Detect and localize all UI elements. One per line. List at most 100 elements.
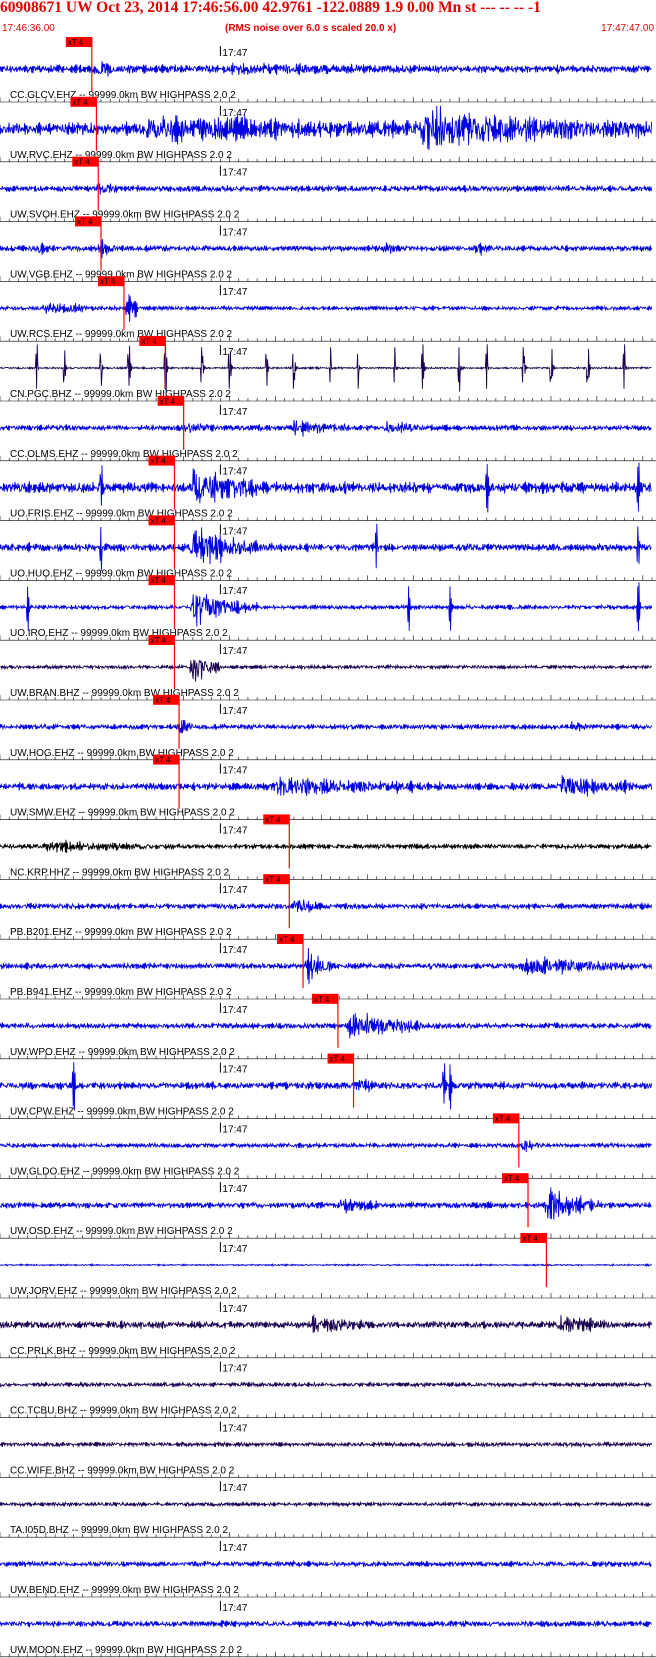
- time-tick-label: 17:47: [222, 646, 247, 657]
- station-label: UW.BEND.EHZ -- 99999.0km BW HIGHPASS 2.0…: [10, 1585, 239, 1596]
- time-tick-label: 17:47: [222, 945, 247, 956]
- waveform-trace: [0, 1619, 652, 1629]
- station-label: UO.FRIS.EHZ -- 99999.0km BW HIGHPASS 2.0…: [10, 509, 233, 520]
- pick-label: xT 4: [150, 636, 166, 645]
- pick-label: xT 4: [150, 576, 166, 585]
- pick-label: xT 4: [72, 98, 88, 107]
- time-tick-label: 17:47: [222, 706, 247, 717]
- station-label: UW.SMW.EHZ -- 99999.0km BW HIGHPASS 2.0 …: [10, 808, 235, 819]
- station-label: UW.RVC.EHZ -- 99999.0km BW HIGHPASS 2.0 …: [10, 150, 232, 161]
- waveform-trace: [0, 1500, 652, 1508]
- station-label: CC.GLCV.EHZ -- 99999.0km BW HIGHPASS 2.0…: [10, 90, 236, 101]
- waveform-trace: [0, 61, 652, 77]
- pick-label: xT 4: [155, 696, 171, 705]
- station-label: UW.HOG.EHZ -- 99999.0km BW HIGHPASS 2.0 …: [10, 748, 234, 759]
- pick-label: xT 4: [265, 875, 281, 884]
- time-tick-label: 17:47: [222, 1065, 247, 1076]
- pick-label: xT 4: [150, 516, 166, 525]
- pick-label: xT 4: [74, 158, 90, 167]
- station-label: CC.TCBU.BHZ -- 99999.0km BW HIGHPASS 2.0…: [10, 1406, 237, 1417]
- station-label: UW.RCS.EHZ -- 99999.0km BW HIGHPASS 2.0 …: [10, 329, 233, 340]
- time-tick-label: 17:47: [222, 1244, 247, 1255]
- time-tick-label: 17:47: [222, 1304, 247, 1315]
- waveform-trace: [0, 1440, 653, 1449]
- waveform-trace: [0, 1012, 652, 1039]
- pick-label: xT 4: [314, 995, 330, 1004]
- pick-label: xT 4: [160, 397, 176, 406]
- time-tick-label: 17:47: [222, 1423, 247, 1434]
- waveform-trace: [0, 1314, 653, 1334]
- time-tick-label: 17:47: [222, 1184, 247, 1195]
- pick-label: xT 4: [504, 1174, 520, 1183]
- pick-label: xT 4: [265, 815, 281, 824]
- pick-label: xT 4: [330, 1055, 346, 1064]
- waveform-trace: [0, 523, 652, 571]
- time-tick-label: 17:47: [222, 1364, 247, 1375]
- time-tick-label: 17:47: [222, 48, 247, 59]
- seismogram-plot: 17:47 CC.GLCV.EHZ -- 99999.0km BW HIGHPAS…: [0, 37, 656, 1658]
- pick-label: xT 4: [150, 457, 166, 466]
- pick-label: xT 4: [155, 756, 171, 765]
- station-label: UW.GLDO.EHZ -- 99999.0km BW HIGHPASS 2.0…: [10, 1166, 240, 1177]
- station-label: UO.HUO.EHZ -- 99999.0km BW HIGHPASS 2.0 …: [10, 568, 233, 579]
- time-tick-label: 17:47: [222, 825, 247, 836]
- waveform-trace: [0, 839, 652, 854]
- pick-label: xT 4: [141, 337, 157, 346]
- waveform-trace: [0, 105, 653, 151]
- waveform-trace: [0, 1559, 652, 1568]
- pick-label: xT 4: [68, 38, 84, 47]
- waveform-trace: [0, 947, 653, 985]
- station-label: UW.MOON.EHZ -- 99999.0km BW HIGHPASS 2.0…: [10, 1645, 243, 1656]
- waveform-trace: [0, 462, 652, 513]
- time-tick-label: 17:47: [222, 1005, 247, 1016]
- time-tick-label: 17:47: [222, 467, 247, 478]
- station-label: NC.KRP.HHZ -- 99999.0km BW HIGHPASS 2.0 …: [10, 867, 230, 878]
- station-label: CC.WIFE.BHZ -- 99999.0km BW HIGHPASS 2.0…: [10, 1465, 235, 1476]
- waveform-trace: [0, 582, 653, 632]
- pick-label: xT 4: [100, 277, 116, 286]
- waveform-trace: [0, 419, 652, 437]
- time-tick-label: 17:47: [222, 1603, 247, 1614]
- time-tick-label: 17:47: [222, 108, 247, 119]
- time-tick-label: 17:47: [222, 766, 247, 777]
- pick-label: xT 4: [495, 1114, 511, 1123]
- station-label: CC.PRLK.BHZ -- 99999.0km BW HIGHPASS 2.0…: [10, 1346, 236, 1357]
- time-tick-label: 17:47: [222, 168, 247, 179]
- station-label: UW.WPO.EHZ -- 99999.0km BW HIGHPASS 2.0 …: [10, 1047, 235, 1058]
- waveform-trace: [0, 1262, 652, 1268]
- station-label: PB.B201.EHZ -- 99999.0km BW HIGHPASS 2.0…: [10, 927, 232, 938]
- waveform-trace: [0, 1380, 652, 1389]
- station-label: CN.PGC.BHZ -- 99999.0km BW HIGHPASS 2.0 …: [10, 389, 231, 400]
- waveform-trace: [0, 659, 652, 682]
- pick-label: xT 4: [279, 935, 295, 944]
- time-tick-label: 17:47: [222, 287, 247, 298]
- waveform-trace: [0, 239, 653, 259]
- time-tick-label: 17:47: [222, 407, 247, 418]
- station-label: PB.B941.EHZ -- 99999.0km BW HIGHPASS 2.0…: [10, 987, 232, 998]
- time-tick-label: 17:47: [222, 1543, 247, 1554]
- time-tick-label: 17:47: [222, 227, 247, 238]
- station-label: UW.SVOH.EHZ -- 99999.0km BW HIGHPASS 2.0…: [10, 210, 240, 221]
- station-label: UW.CPW.EHZ -- 99999.0km BW HIGHPASS 2.0 …: [10, 1107, 234, 1118]
- station-label: UW.OSD.EHZ -- 99999.0km BW HIGHPASS 2.0 …: [10, 1226, 233, 1237]
- waveform-trace: [0, 719, 653, 734]
- time-tick-label: 17:47: [222, 526, 247, 537]
- waveform-trace: [0, 344, 652, 394]
- time-tick-label: 17:47: [222, 1483, 247, 1494]
- pick-label: xT 4: [77, 217, 93, 226]
- station-label: UW.JORV.EHZ -- 99999.0km BW HIGHPASS 2.0…: [10, 1286, 237, 1297]
- time-tick-label: 17:47: [222, 885, 247, 896]
- station-label: CC.OLMS.EHZ -- 99999.0km BW HIGHPASS 2.0…: [10, 449, 238, 460]
- station-label: UW.BRAN.BHZ -- 99999.0km BW HIGHPASS 2.0…: [10, 688, 239, 699]
- time-tick-label: 17:47: [222, 1124, 247, 1135]
- waveform-trace: [0, 775, 653, 797]
- time-tick-label: 17:47: [222, 347, 247, 358]
- station-label: TA.I05D.BHZ -- 99999.0km BW HIGHPASS 2.0…: [10, 1525, 228, 1536]
- station-label: UO.IRO.EHZ -- 99999.0km BW HIGHPASS 2.0 …: [10, 628, 228, 639]
- pick-label: xT 4: [522, 1234, 538, 1243]
- waveform-trace: [0, 899, 653, 913]
- time-tick-label: 17:47: [222, 586, 247, 597]
- waveform-trace: [0, 1061, 653, 1111]
- waveform-trace: [0, 294, 653, 322]
- waveform-trace: [0, 1140, 653, 1153]
